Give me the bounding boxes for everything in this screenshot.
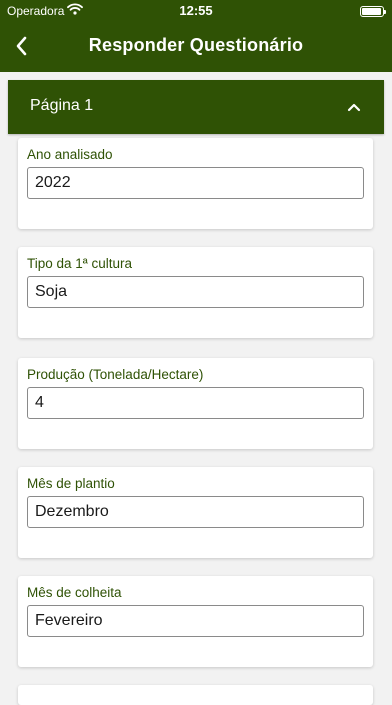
- field-label: Mês de colheita: [27, 585, 122, 600]
- mes-plantio-input[interactable]: [27, 496, 364, 528]
- field-label: Ano analisado: [27, 147, 113, 162]
- producao-input[interactable]: [27, 387, 364, 419]
- mes-colheita-input[interactable]: [27, 605, 364, 637]
- field-label: Produção (Tonelada/Hectare): [27, 367, 204, 382]
- question-card: Mês de colheita: [18, 576, 373, 667]
- battery-icon: [360, 6, 386, 17]
- field-label: Mês de plantio: [27, 476, 115, 491]
- page-title: Responder Questionário: [88, 35, 304, 55]
- status-time: 12:55: [179, 3, 213, 18]
- tipo-cultura-input[interactable]: [27, 276, 364, 308]
- question-card: Mês de plantio: [18, 467, 373, 558]
- section-label: Página 1: [30, 97, 94, 114]
- question-card: Produção (Tonelada/Hectare): [18, 358, 373, 449]
- question-card: Tipo da 1ª cultura: [18, 247, 373, 338]
- section-header-page-1[interactable]: Página 1: [8, 80, 384, 134]
- question-card: Ano analisado: [18, 138, 373, 229]
- ano-analisado-input[interactable]: [27, 167, 364, 199]
- status-bar: Operadora 12:55: [0, 0, 392, 22]
- question-card: [18, 685, 373, 705]
- field-label: Tipo da 1ª cultura: [27, 256, 133, 271]
- app-bar: Operadora 12:55 Responder Questionário: [0, 0, 392, 72]
- chevron-up-icon[interactable]: [346, 100, 362, 112]
